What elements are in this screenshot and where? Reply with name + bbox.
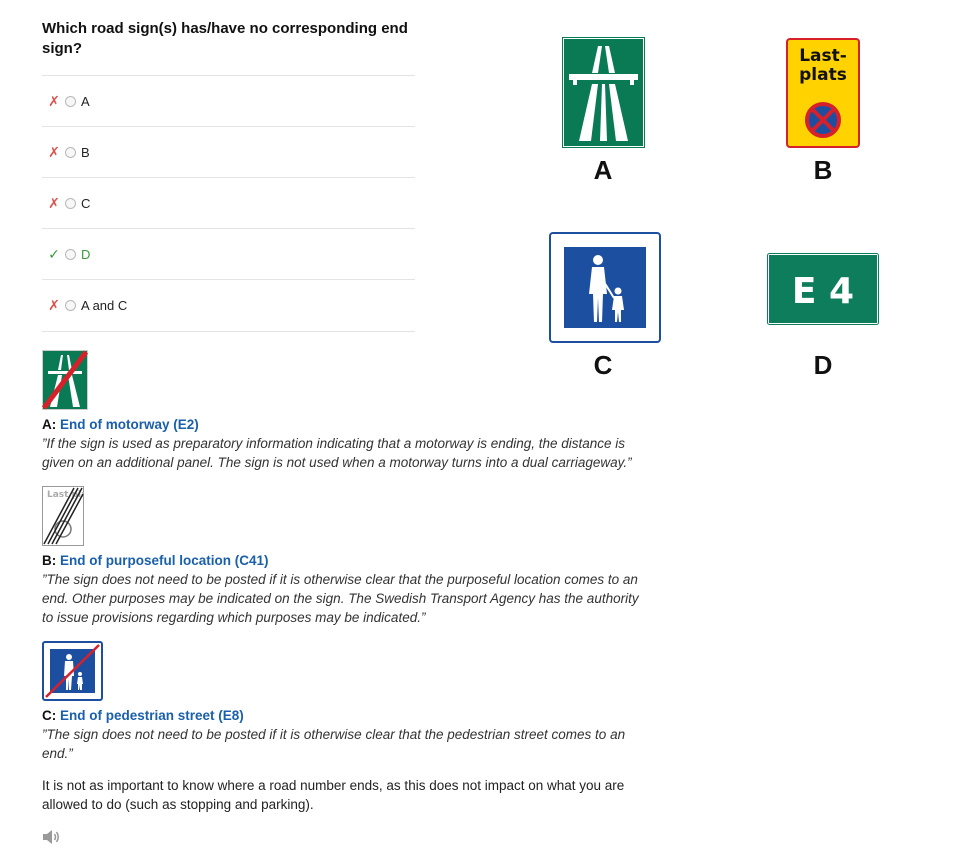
answer-options: ✗ A ✗ B ✗ C ✓ D ✗ A and C	[42, 75, 415, 332]
explanation-quote: ”The sign does not need to be posted if …	[42, 572, 639, 625]
explanation-quote: ”The sign does not need to be posted if …	[42, 727, 626, 761]
end-of-loading-place-sign-icon: Last plats	[42, 486, 84, 546]
explanation-prefix: B:	[42, 553, 60, 568]
radio-button[interactable]	[65, 300, 76, 311]
option-c[interactable]: ✗ C	[42, 177, 415, 228]
explanation-note: It is not as important to know where a r…	[42, 778, 625, 812]
option-label: A	[81, 93, 90, 109]
option-label: A and C	[81, 298, 128, 313]
option-d[interactable]: ✓ D	[42, 228, 415, 279]
loading-place-line2: plats	[799, 65, 847, 85]
end-of-motorway-sign-icon	[42, 350, 88, 410]
option-label: D	[81, 246, 91, 262]
wrong-mark-icon: ✗	[48, 297, 60, 313]
radio-button[interactable]	[65, 146, 76, 158]
end-of-purposeful-location-link[interactable]: End of purposeful location (C41)	[60, 553, 269, 568]
option-a-and-c[interactable]: ✗ A and C	[42, 279, 415, 332]
route-number-text: E 4	[792, 271, 854, 312]
loading-place-sign-icon: Last- plats	[786, 38, 860, 148]
radio-button[interactable]	[65, 248, 76, 260]
check-mark-icon: ✓	[48, 245, 60, 262]
explanation-quote: ”If the sign is used as preparatory info…	[42, 436, 632, 470]
wrong-mark-icon: ✗	[48, 143, 60, 160]
motorway-sign-icon	[562, 37, 645, 148]
speaker-icon[interactable]	[42, 828, 62, 846]
explanation-c: C: End of pedestrian street (E8) ”The si…	[42, 706, 652, 763]
end-of-motorway-link[interactable]: End of motorway (E2)	[60, 417, 199, 432]
question-text: Which road sign(s) has/have no correspon…	[42, 20, 408, 57]
explanation-b: B: End of purposeful location (C41) ”The…	[42, 551, 652, 627]
explanation-a: A: End of motorway (E2) ”If the sign is …	[42, 415, 652, 472]
sign-label-c: C	[593, 350, 613, 380]
explanation-prefix: A:	[42, 417, 60, 432]
radio-button[interactable]	[65, 95, 76, 107]
option-label: B	[81, 144, 90, 160]
wrong-mark-icon: ✗	[48, 92, 60, 109]
option-b[interactable]: ✗ B	[42, 126, 415, 177]
radio-button[interactable]	[65, 197, 76, 209]
option-a[interactable]: ✗ A	[42, 75, 415, 126]
option-label: C	[81, 195, 91, 211]
explanation-prefix: C:	[42, 708, 60, 723]
pedestrian-street-sign-icon	[549, 232, 661, 343]
sign-label-a: A	[593, 155, 613, 185]
loading-place-line1: Last-	[799, 46, 847, 66]
end-of-pedestrian-street-sign-icon	[42, 641, 103, 701]
end-of-pedestrian-street-link[interactable]: End of pedestrian street (E8)	[60, 708, 244, 723]
route-e4-sign-icon: E 4	[767, 253, 879, 325]
sign-label-b: B	[813, 155, 833, 185]
wrong-mark-icon: ✗	[48, 194, 60, 211]
sign-label-d: D	[813, 350, 833, 380]
